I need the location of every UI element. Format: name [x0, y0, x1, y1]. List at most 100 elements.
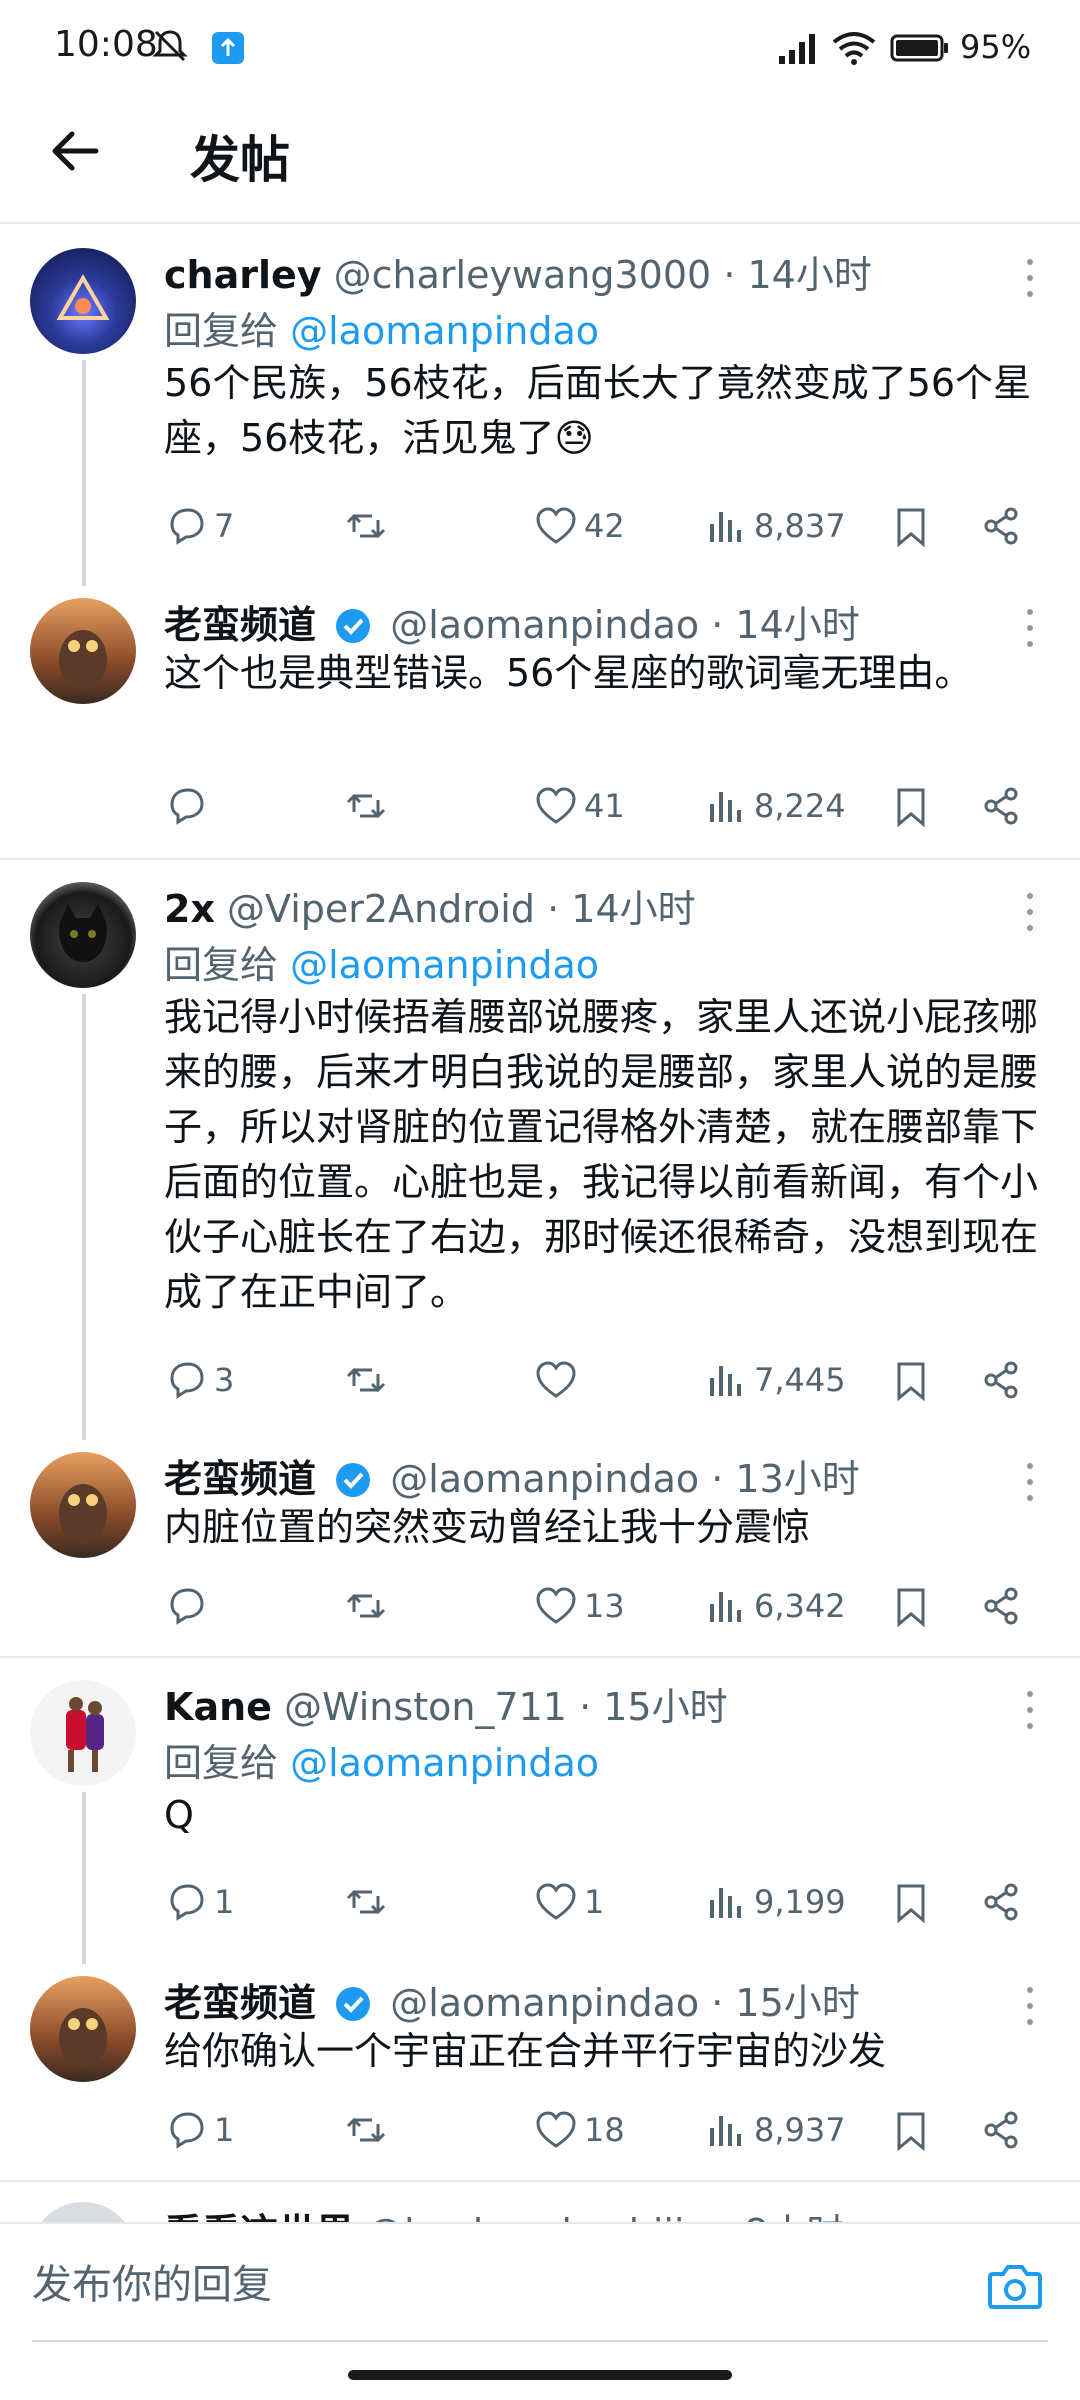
retweet-button[interactable]: [344, 1576, 394, 1636]
tweet-text: 我记得小时候捂着腰部说腰疼，家里人还说小屁孩哪来的腰，后来才明白我说的是腰部，家…: [164, 995, 1039, 1314]
like-count: 41: [584, 787, 625, 825]
more-icon[interactable]: [1020, 1688, 1040, 1732]
bookmark-button[interactable]: [889, 496, 939, 556]
share-button[interactable]: [979, 776, 1029, 836]
reply-count: 1: [214, 2111, 235, 2149]
back-arrow-icon[interactable]: [40, 116, 110, 186]
avatar[interactable]: [30, 598, 136, 704]
upload-icon: [212, 32, 244, 64]
display-name[interactable]: Kane: [164, 1685, 272, 1729]
retweet-button[interactable]: [344, 1350, 394, 1410]
avatar[interactable]: [30, 2202, 136, 2223]
more-icon[interactable]: [1020, 1984, 1040, 2028]
thread-line: [82, 1792, 86, 1964]
views-button[interactable]: 8,937: [704, 2100, 846, 2160]
share-button[interactable]: [979, 1350, 1029, 1410]
reply-button[interactable]: 1: [164, 1872, 234, 1932]
action-bar: 13 6,342: [164, 1576, 1050, 1636]
avatar[interactable]: [30, 1976, 136, 2082]
avatar[interactable]: [30, 1452, 136, 1558]
tweet[interactable]: 老蛮频道 @laomanpindao · 15小时 给你确认一个宇宙正在合并平行…: [0, 1954, 1080, 2182]
tweet-text: 给你确认一个宇宙正在合并平行宇宙的沙发: [164, 2029, 887, 2073]
views-button[interactable]: 8,224: [704, 776, 846, 836]
handle[interactable]: @laomanpindao: [390, 603, 699, 647]
reply-prefix: 回复给: [164, 309, 279, 353]
avatar[interactable]: [30, 248, 136, 354]
tweet[interactable]: charley @charleywang3000 · 14小时 回复给 @lao…: [0, 226, 1080, 586]
retweet-button[interactable]: [344, 496, 394, 556]
share-button[interactable]: [979, 1872, 1029, 1932]
thread-line: [82, 994, 86, 1440]
tweet[interactable]: 老蛮频道 @laomanpindao · 14小时 这个也是典型错误。56个星座…: [0, 576, 1080, 860]
tweet[interactable]: 老蛮频道 @laomanpindao · 13小时 内脏位置的突然变动曾经让我十…: [0, 1430, 1080, 1658]
reply-button[interactable]: [164, 1576, 214, 1636]
share-icon: [984, 1883, 1018, 1921]
reply-button[interactable]: [164, 776, 214, 836]
views-button[interactable]: 6,342: [704, 1576, 846, 1636]
like-button[interactable]: 13: [534, 1576, 625, 1636]
reply-mention-link[interactable]: @laomanpindao: [290, 1741, 599, 1785]
bookmark-button[interactable]: [889, 1872, 939, 1932]
tweet-partial[interactable]: 看看这世界 @kankanzheshijie · 8小时: [0, 2182, 1080, 2223]
bookmark-button[interactable]: [889, 1350, 939, 1410]
handle[interactable]: @charleywang3000: [334, 253, 712, 297]
avatar[interactable]: [30, 882, 136, 988]
home-indicator[interactable]: [348, 2370, 732, 2380]
reply-input[interactable]: 发布你的回复: [32, 2240, 972, 2330]
tweet[interactable]: Kane @Winston_711 · 15小时 回复给 @laomanpind…: [0, 1658, 1080, 1964]
more-icon[interactable]: [1020, 890, 1040, 934]
avatar[interactable]: [30, 1680, 136, 1786]
views-icon: [710, 792, 741, 822]
like-icon: [536, 1587, 576, 1624]
reply-composer: 发布你的回复: [0, 2222, 1080, 2352]
retweet-button[interactable]: [344, 1872, 394, 1932]
like-button[interactable]: 41: [534, 776, 625, 836]
share-button[interactable]: [979, 2100, 1029, 2160]
reply-prefix: 回复给: [164, 1741, 279, 1785]
camera-icon[interactable]: [985, 2256, 1045, 2316]
handle[interactable]: @Viper2Android: [227, 887, 535, 931]
verified-icon: [336, 1463, 371, 1497]
like-button[interactable]: [534, 1350, 584, 1410]
handle[interactable]: @laomanpindao: [390, 1981, 699, 2025]
display-name[interactable]: 老蛮频道: [164, 1981, 316, 2025]
handle[interactable]: @laomanpindao: [390, 1457, 699, 1501]
views-button[interactable]: 8,837: [704, 496, 846, 556]
more-icon[interactable]: [1020, 606, 1040, 650]
bookmark-button[interactable]: [889, 2100, 939, 2160]
retweet-button[interactable]: [344, 2100, 394, 2160]
reply-button[interactable]: 3: [164, 1350, 234, 1410]
like-count: 1: [584, 1883, 605, 1921]
tweet[interactable]: 2x @Viper2Android · 14小时 回复给 @laomanpind…: [0, 860, 1080, 1440]
share-button[interactable]: [979, 1576, 1029, 1636]
display-name[interactable]: 老蛮频道: [164, 603, 316, 647]
more-icon[interactable]: [1020, 256, 1040, 300]
tweet-header: 2x @Viper2Android · 14小时: [164, 878, 970, 933]
reply-mention-link[interactable]: @laomanpindao: [290, 943, 599, 987]
display-name[interactable]: 老蛮频道: [164, 1457, 316, 1501]
reply-mention-link[interactable]: @laomanpindao: [290, 309, 599, 353]
display-name[interactable]: 2x: [164, 887, 215, 931]
views-button[interactable]: 9,199: [704, 1872, 846, 1932]
bookmark-button[interactable]: [889, 776, 939, 836]
reply-to-line: 回复给 @laomanpindao: [164, 934, 599, 989]
tweet-header: 老蛮频道 @laomanpindao · 14小时: [164, 594, 970, 649]
retweet-button[interactable]: [344, 776, 394, 836]
handle[interactable]: @Winston_711: [284, 1685, 567, 1729]
share-button[interactable]: [979, 496, 1029, 556]
views-icon: [710, 1592, 741, 1622]
reply-count: 7: [214, 507, 235, 545]
reply-button[interactable]: 7: [164, 496, 234, 556]
more-icon[interactable]: [1020, 1460, 1040, 1504]
like-button[interactable]: 18: [534, 2100, 625, 2160]
like-button[interactable]: 1: [534, 1872, 604, 1932]
bookmark-button[interactable]: [889, 1576, 939, 1636]
reply-feed[interactable]: charley @charleywang3000 · 14小时 回复给 @lao…: [0, 226, 1080, 2223]
reply-button[interactable]: 1: [164, 2100, 234, 2160]
like-button[interactable]: 42: [534, 496, 625, 556]
views-button[interactable]: 7,445: [704, 1350, 846, 1410]
retweet-icon: [346, 1367, 386, 1393]
display-name[interactable]: charley: [164, 253, 322, 297]
views-count: 8,224: [754, 787, 846, 825]
action-bar: 7 42 8,837: [164, 496, 1050, 556]
